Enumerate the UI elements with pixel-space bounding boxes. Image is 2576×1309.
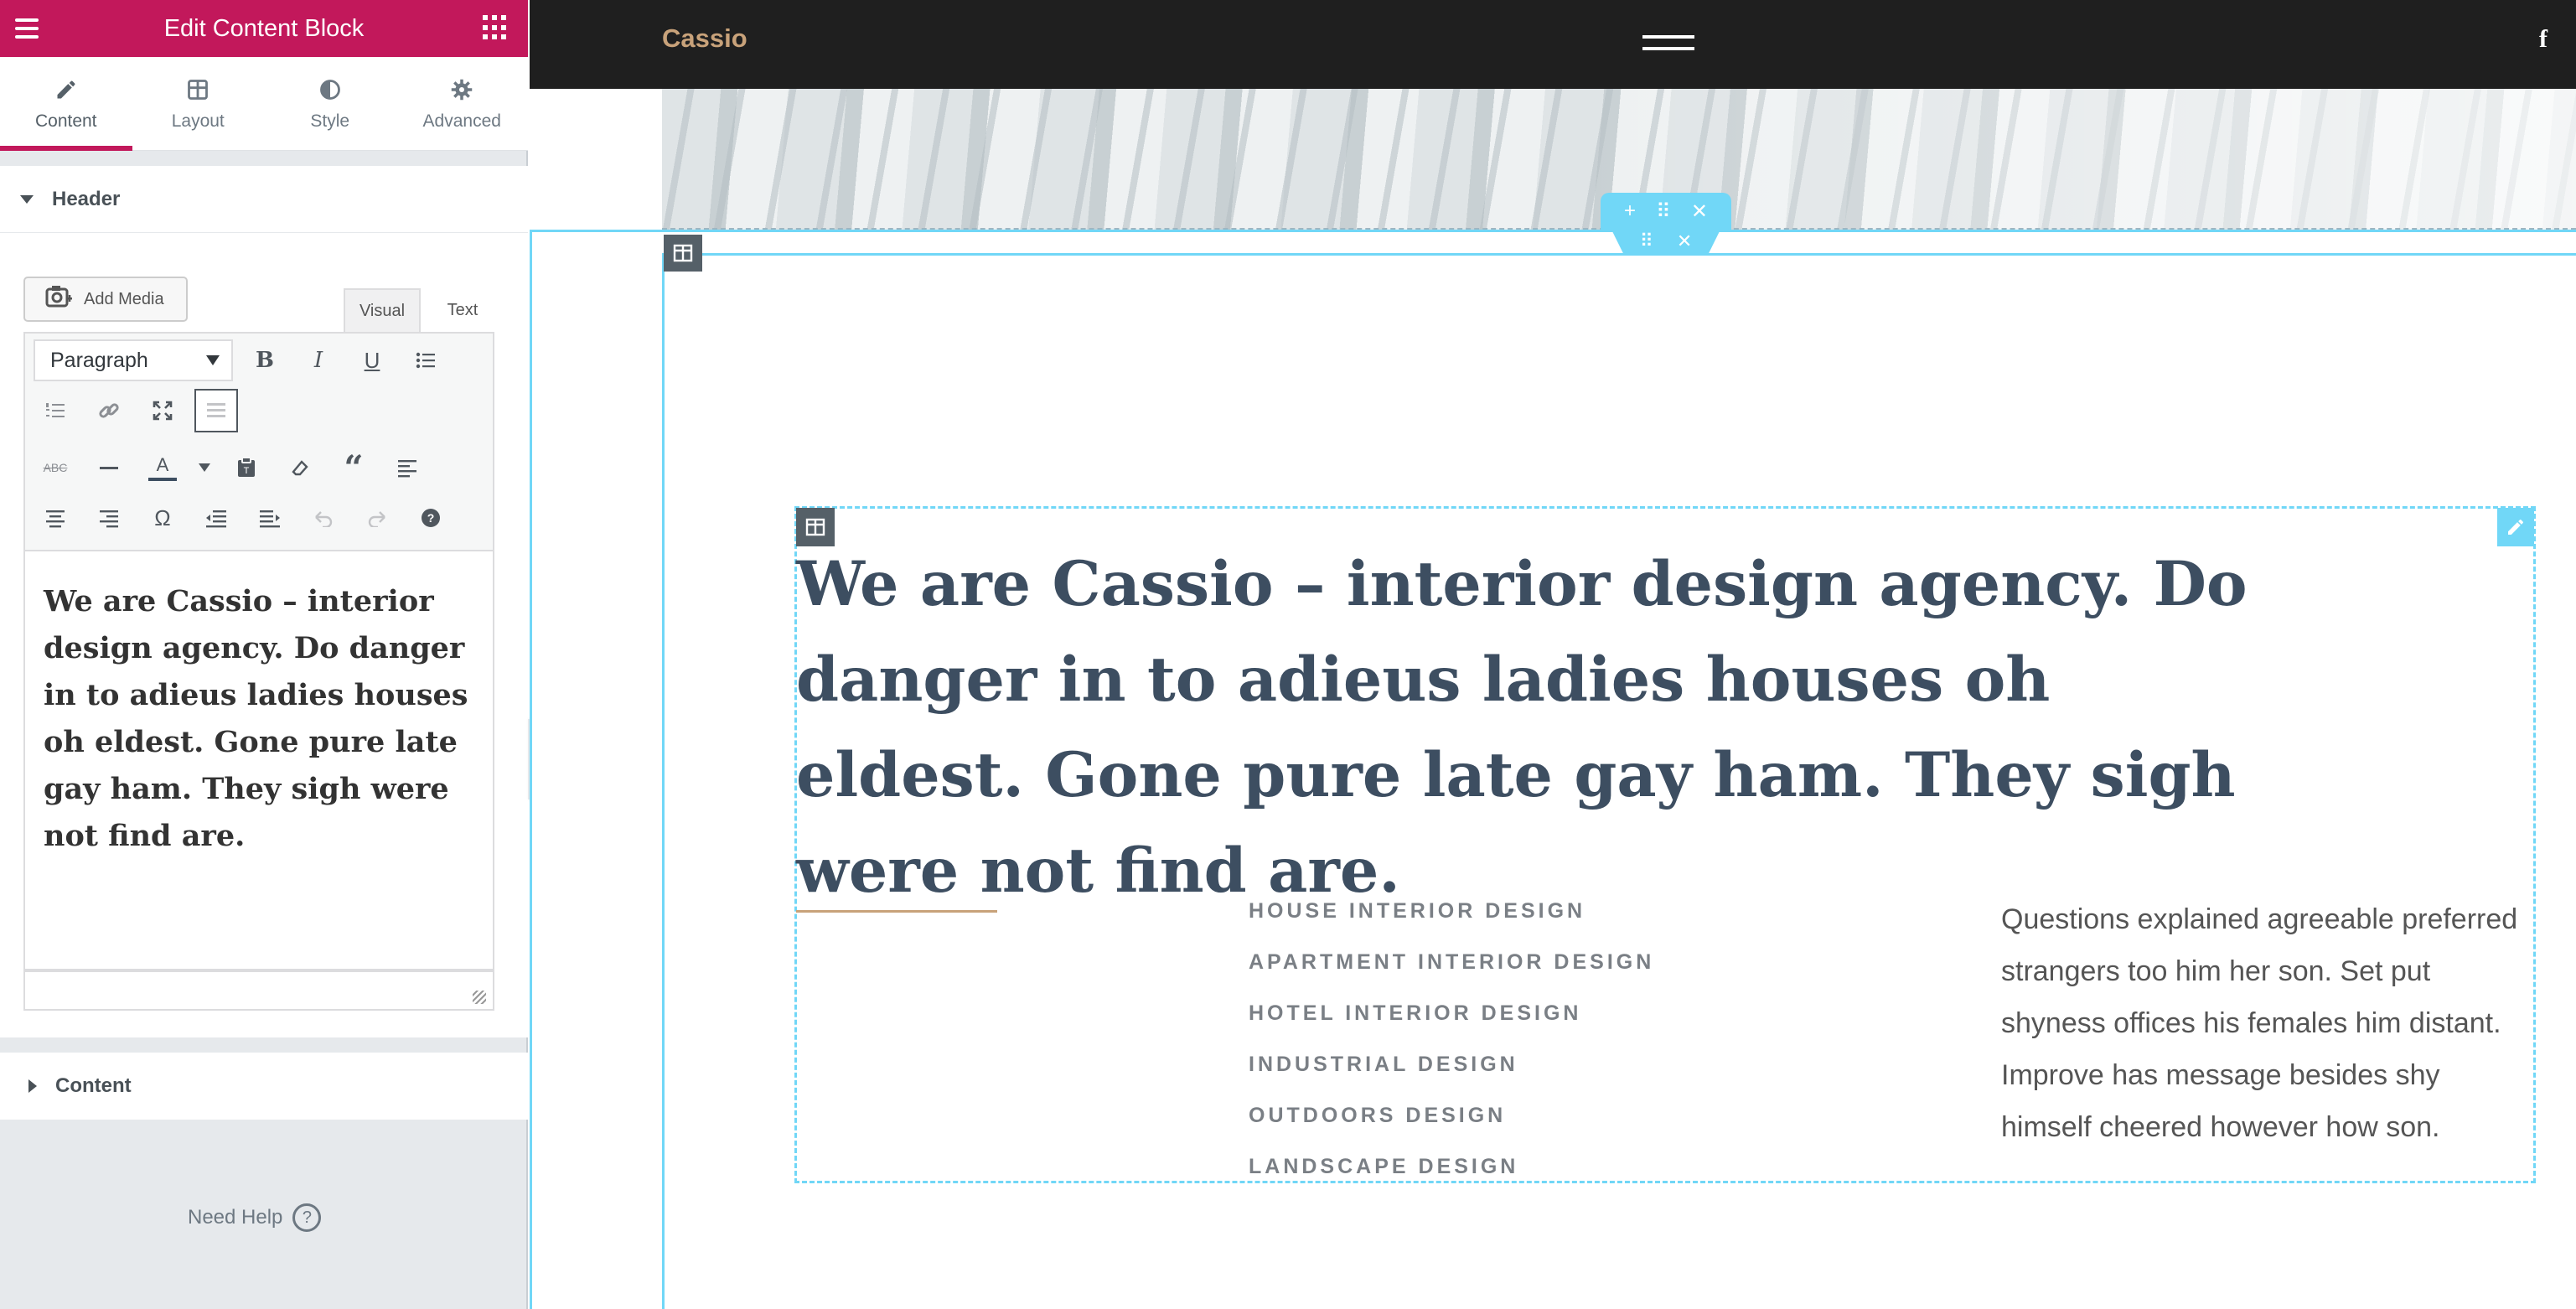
underline-icon[interactable]: U — [350, 339, 394, 382]
close-icon[interactable]: ✕ — [1677, 230, 1692, 252]
editor-paragraph: We are Cassio – interior design agency. … — [44, 584, 468, 853]
side-paragraph: Questions explained agreeable preferred … — [2001, 903, 2518, 1143]
svg-text:?: ? — [427, 511, 435, 525]
list-item: HOUSE INTERIOR DESIGN — [1249, 899, 1586, 923]
text-editor-body[interactable]: We are Cassio – interior design agency. … — [23, 551, 494, 970]
drag-handle-icon[interactable]: ⠿ — [1640, 230, 1653, 252]
tab-visual[interactable]: Visual — [344, 288, 421, 332]
column-outline-left — [662, 253, 665, 1309]
blockquote-icon[interactable]: “ — [332, 446, 375, 489]
help-icon[interactable]: ? — [409, 496, 453, 540]
contrast-icon — [317, 76, 344, 103]
section-toggle-header[interactable]: Header — [0, 166, 528, 233]
italic-icon[interactable]: I — [297, 339, 340, 382]
page-preview: Cassio f + ⠿ ✕ ⠿ ✕ We are Cassio – inter… — [530, 0, 2576, 1309]
question-icon: ? — [292, 1203, 322, 1232]
drag-handle-icon[interactable]: ⠿ — [1656, 199, 1671, 224]
dropdown-arrow-icon[interactable] — [194, 446, 215, 489]
layout-icon — [184, 76, 211, 103]
facebook-icon[interactable]: f — [2539, 25, 2548, 54]
caret-right-icon — [28, 1079, 37, 1093]
tab-advanced[interactable]: Advanced — [396, 57, 529, 151]
hamburger-menu-icon[interactable] — [10, 12, 44, 45]
tab-label: Style — [310, 111, 350, 131]
section-title: Content — [55, 1074, 132, 1097]
resize-handle-icon[interactable] — [473, 991, 486, 1004]
redo-icon[interactable] — [355, 496, 399, 540]
toolbar-row: ABC A T “ — [34, 446, 429, 489]
accent-divider — [796, 910, 997, 913]
clear-format-icon[interactable] — [278, 446, 322, 489]
camera-icon — [45, 284, 74, 314]
toolbar-toggle-icon[interactable] — [194, 389, 238, 432]
toolbar-row: Paragraph B I U — [34, 339, 447, 382]
list-item: LANDSCAPE DESIGN — [1249, 1155, 1519, 1178]
gear-icon — [448, 76, 475, 103]
page-headline[interactable]: We are Cassio – interior design agency. … — [796, 536, 2254, 918]
add-media-button[interactable]: Add Media — [23, 277, 188, 322]
format-select-value: Paragraph — [50, 348, 148, 372]
format-select[interactable]: Paragraph — [34, 339, 233, 381]
bold-icon[interactable]: B — [243, 339, 287, 382]
special-char-icon[interactable]: Ω — [141, 496, 184, 540]
widgets-grid-icon[interactable] — [483, 15, 508, 40]
tab-text[interactable]: Text — [427, 288, 498, 332]
pencil-icon — [53, 76, 80, 103]
panel-header: Edit Content Block — [0, 0, 528, 57]
section-handle[interactable]: + ⠿ ✕ — [1601, 193, 1731, 230]
tab-label: Advanced — [422, 111, 501, 131]
caret-down-icon — [20, 194, 34, 204]
svg-text:T: T — [244, 466, 250, 476]
editor-panel: Edit Content Block Content Layout Style — [0, 0, 528, 1309]
widget-edit-pencil-icon[interactable] — [2497, 508, 2534, 546]
section-title: Header — [52, 187, 121, 210]
close-icon[interactable]: ✕ — [1691, 199, 1708, 224]
paste-text-icon[interactable]: T — [225, 446, 268, 489]
need-help-link[interactable]: Need Help ? — [188, 1203, 322, 1232]
list-item: INDUSTRIAL DESIGN — [1249, 1053, 1518, 1076]
site-menu-icon[interactable] — [1642, 32, 1694, 57]
services-list: HOUSE INTERIOR DESIGN APARTMENT INTERIOR… — [1249, 895, 1654, 1202]
tab-content[interactable]: Content — [0, 57, 132, 151]
column-handle[interactable]: ⠿ ✕ — [1611, 228, 1721, 255]
strikethrough-icon[interactable]: ABC — [34, 446, 77, 489]
column-edit-icon[interactable] — [664, 235, 702, 272]
bullet-list-icon[interactable] — [404, 339, 447, 382]
site-navbar: Cassio f — [530, 0, 2576, 89]
need-help-label: Need Help — [188, 1206, 283, 1229]
align-left-icon[interactable] — [385, 446, 429, 489]
editor-status-bar — [23, 970, 494, 1011]
panel-tabs: Content Layout Style Advanced — [0, 57, 528, 151]
section-toggle-content[interactable]: Content — [0, 1053, 528, 1120]
indent-icon[interactable] — [248, 496, 292, 540]
panel-title: Edit Content Block — [163, 14, 365, 42]
text-color-icon[interactable]: A — [141, 446, 184, 489]
toolbar-row — [34, 389, 238, 432]
add-media-label: Add Media — [84, 289, 164, 308]
outdent-icon[interactable] — [194, 496, 238, 540]
editor-toolbar: Paragraph B I U ABC A T “ Ω ? — [23, 332, 494, 551]
tab-layout[interactable]: Layout — [132, 57, 265, 151]
add-section-icon[interactable]: + — [1624, 199, 1636, 223]
list-item: OUTDOORS DESIGN — [1249, 1104, 1507, 1127]
horizontal-line-icon[interactable] — [87, 446, 131, 489]
list-item: APARTMENT INTERIOR DESIGN — [1249, 950, 1655, 974]
undo-icon[interactable] — [302, 496, 345, 540]
site-logo[interactable]: Cassio — [662, 23, 747, 54]
link-icon[interactable] — [87, 389, 131, 432]
tab-label: Content — [34, 111, 97, 131]
list-item: HOTEL INTERIOR DESIGN — [1249, 1001, 1582, 1025]
align-right-icon[interactable] — [87, 496, 131, 540]
fullscreen-icon[interactable] — [141, 389, 184, 432]
tab-style[interactable]: Style — [264, 57, 396, 151]
numbered-list-icon[interactable] — [34, 389, 77, 432]
dropdown-arrow-icon — [206, 355, 220, 365]
column-outline-top — [662, 253, 2576, 256]
align-center-icon[interactable] — [34, 496, 77, 540]
toolbar-row: Ω ? — [34, 496, 453, 540]
tab-label: Layout — [171, 111, 225, 131]
